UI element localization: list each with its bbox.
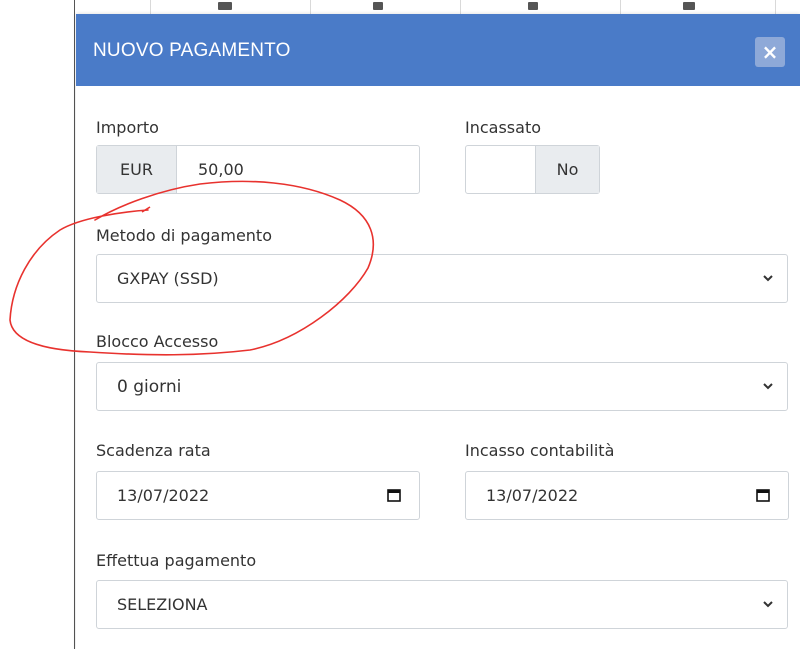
close-icon: ×	[761, 40, 779, 64]
background-cell	[775, 0, 776, 14]
background-icon	[218, 2, 232, 10]
metodo-label: Metodo di pagamento	[96, 226, 272, 245]
incasso-label: Incasso contabilità	[465, 441, 615, 460]
currency-addon: EUR	[97, 146, 177, 193]
scadenza-label: Scadenza rata	[96, 441, 211, 460]
background-cell	[620, 0, 621, 14]
background-toolbar	[0, 0, 800, 14]
calendar-icon[interactable]	[756, 488, 770, 502]
incassato-toggle[interactable]: No	[465, 145, 600, 194]
importo-field[interactable]: EUR 50,00	[96, 145, 420, 194]
close-button[interactable]: ×	[755, 37, 785, 67]
background-icon	[528, 2, 538, 10]
blocco-label: Blocco Accesso	[96, 332, 219, 351]
background-cell	[460, 0, 461, 14]
modal-title: NUOVO PAGAMENTO	[93, 40, 291, 61]
effettua-selected: SELEZIONA	[117, 595, 208, 614]
effettua-select[interactable]: SELEZIONA	[96, 580, 788, 629]
background-cell	[310, 0, 311, 14]
modal-header: NUOVO PAGAMENTO ×	[76, 14, 800, 86]
page-border	[74, 0, 75, 649]
importo-label: Importo	[96, 118, 159, 137]
metodo-selected: GXPAY (SSD)	[117, 269, 219, 288]
incasso-date-input[interactable]: 13/07/2022	[465, 471, 789, 520]
blocco-select[interactable]: 0 giorni	[96, 362, 788, 411]
blocco-selected: 0 giorni	[117, 377, 182, 397]
metodo-select[interactable]: GXPAY (SSD)	[96, 254, 788, 303]
scadenza-value: 13/07/2022	[117, 486, 210, 505]
chevron-down-icon	[763, 601, 773, 608]
effettua-label: Effettua pagamento	[96, 551, 257, 570]
incasso-value: 13/07/2022	[486, 486, 579, 505]
scadenza-date-input[interactable]: 13/07/2022	[96, 471, 420, 520]
importo-value: 50,00	[198, 160, 244, 179]
calendar-icon[interactable]	[387, 488, 401, 502]
incassato-value: No	[535, 146, 599, 193]
background-cell	[150, 0, 151, 14]
background-icon	[373, 2, 383, 10]
chevron-down-icon	[763, 275, 773, 282]
chevron-down-icon	[763, 383, 773, 390]
background-icon	[683, 2, 695, 10]
incassato-label: Incassato	[465, 118, 541, 137]
new-payment-modal: NUOVO PAGAMENTO × Importo EUR 50,00 Inca…	[76, 14, 800, 649]
